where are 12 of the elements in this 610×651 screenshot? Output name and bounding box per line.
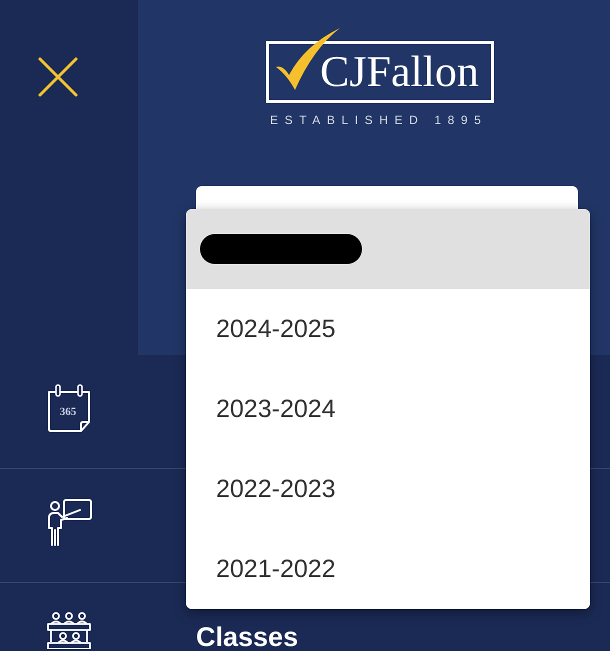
year-option[interactable]: 2023-2024 bbox=[186, 369, 590, 449]
year-option[interactable]: 2021-2022 bbox=[186, 529, 590, 609]
teacher-icon[interactable] bbox=[45, 498, 93, 546]
year-option[interactable]: 2022-2023 bbox=[186, 449, 590, 529]
year-option[interactable]: 2024-2025 bbox=[186, 289, 590, 369]
year-option[interactable] bbox=[186, 209, 590, 289]
logo-tagline: ESTABLISHED 1895 bbox=[270, 113, 488, 127]
logo-wordmark: CJFallon bbox=[320, 49, 479, 95]
close-icon bbox=[38, 57, 78, 97]
classroom-icon[interactable] bbox=[46, 612, 92, 649]
close-button[interactable] bbox=[38, 57, 78, 97]
nav-label[interactable]: Classes bbox=[196, 624, 298, 650]
